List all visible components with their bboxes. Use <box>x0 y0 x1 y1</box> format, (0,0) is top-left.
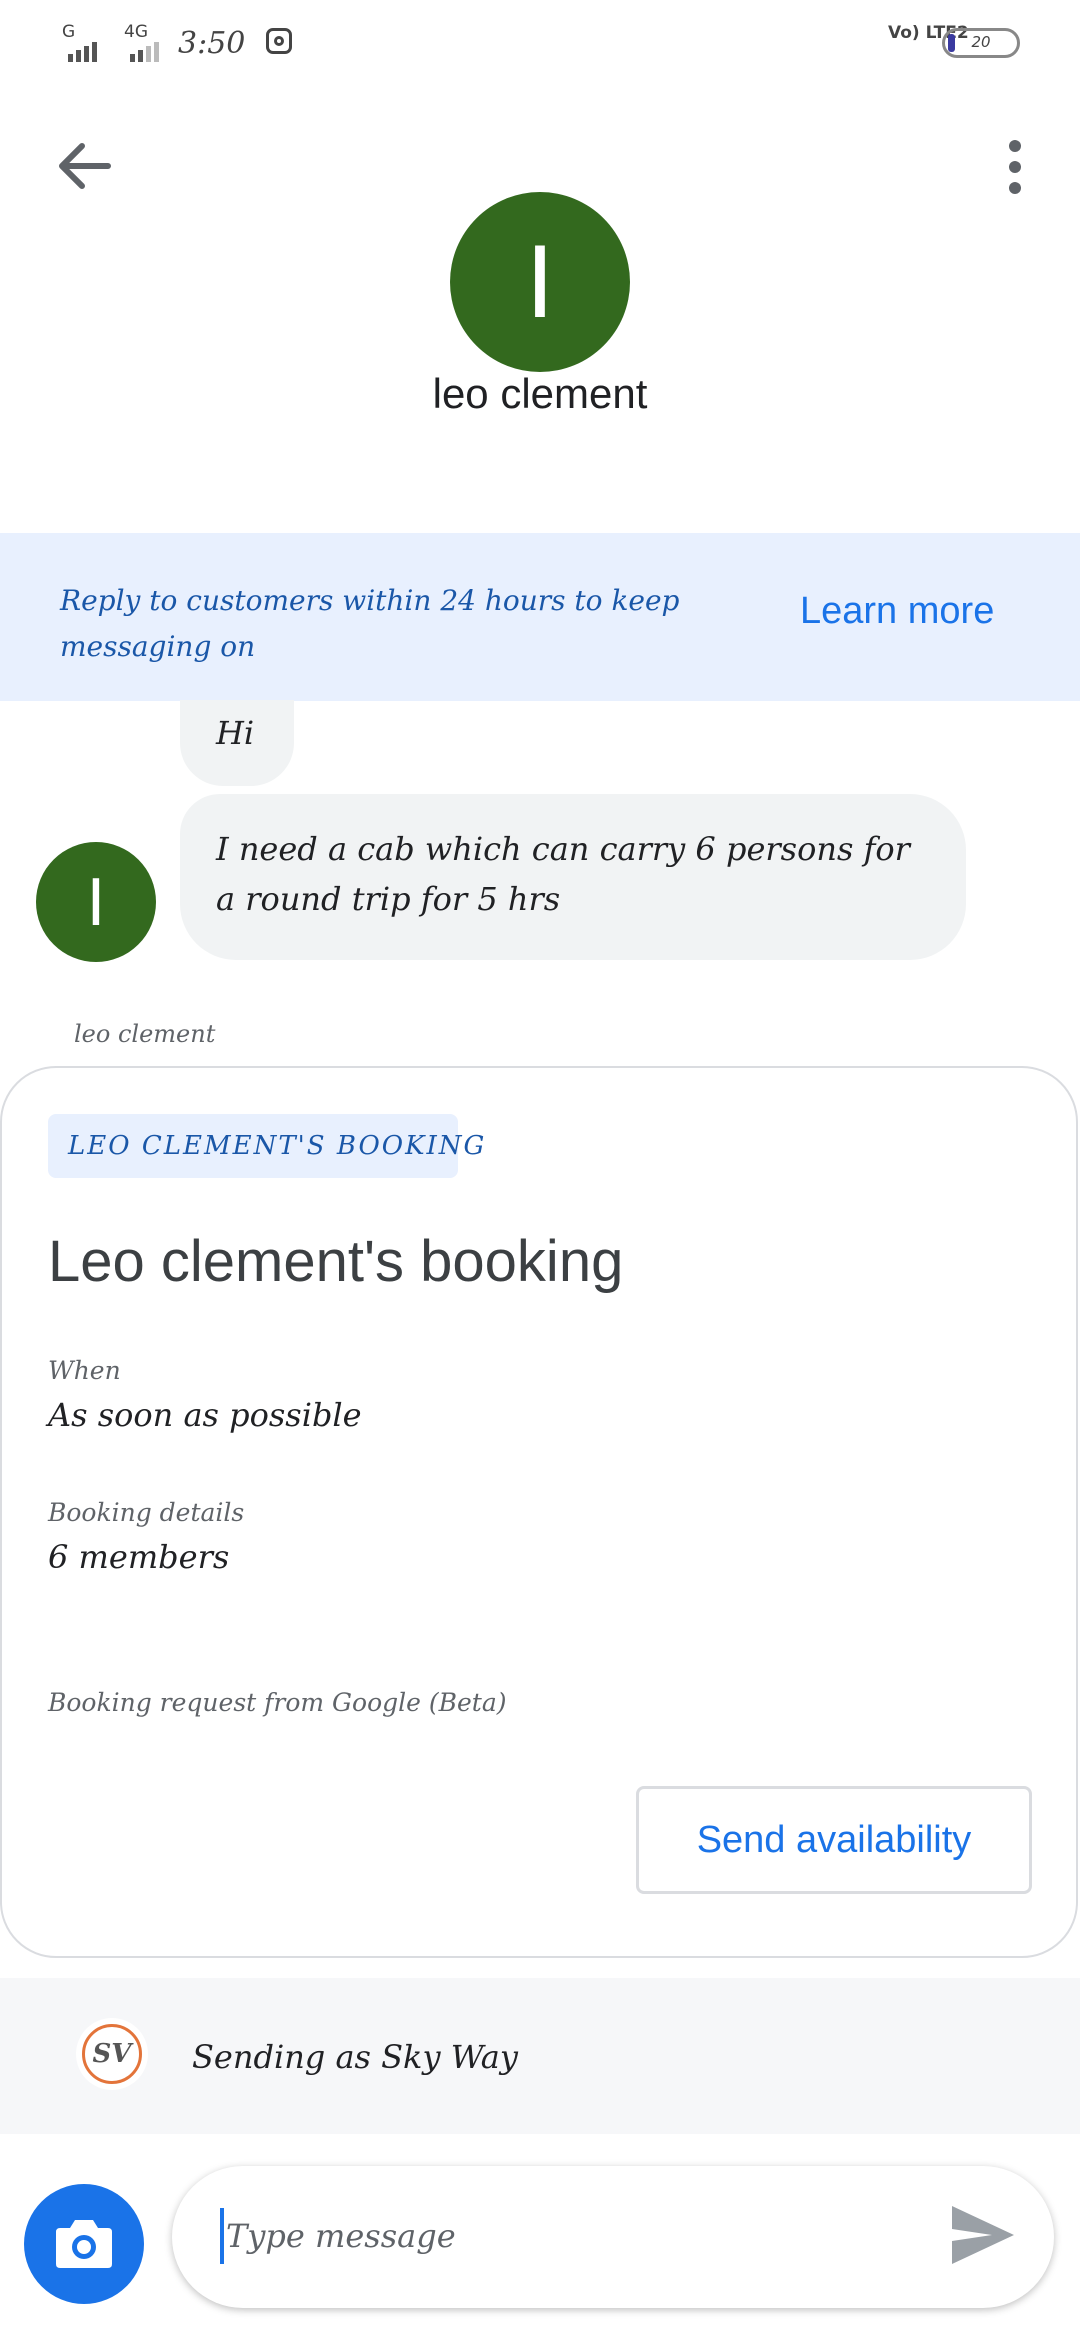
battery-percent: 20 <box>971 33 991 51</box>
booking-details-value: 6 members <box>48 1538 230 1576</box>
instagram-icon <box>266 28 292 54</box>
booking-title: Leo clement's booking <box>48 1229 624 1294</box>
signal-bars-icon <box>130 42 159 62</box>
camera-button[interactable] <box>24 2184 144 2304</box>
contact-avatar[interactable]: I <box>450 192 630 372</box>
signal-bars-icon <box>68 42 97 62</box>
arrow-left-icon[interactable] <box>50 136 120 196</box>
booking-chip: LEO CLEMENT'S BOOKING <box>48 1114 484 1178</box>
sending-as-text: Sending as Sky Way <box>192 2038 518 2076</box>
when-value: As soon as possible <box>48 1396 362 1434</box>
contact-name: leo clement <box>432 370 648 417</box>
business-logo: SV <box>76 2018 148 2090</box>
message-bubble[interactable]: Hi <box>180 700 294 786</box>
more-vert-icon[interactable] <box>1000 140 1030 200</box>
send-icon[interactable] <box>948 2200 1018 2270</box>
network-type-2: 4G <box>124 22 148 42</box>
sender-name: leo clement <box>74 1020 216 1048</box>
sending-as-bar[interactable] <box>0 1978 1080 2134</box>
message-bubble[interactable]: I need a cab which can carry 6 persons f… <box>180 794 966 960</box>
business-logo-text: SV <box>82 2024 142 2084</box>
send-availability-button[interactable]: Send availability <box>636 1786 1032 1894</box>
status-bar: G 4G 3:50 Vo) LTE2 20 <box>0 0 1080 90</box>
status-time: 3:50 <box>178 26 246 61</box>
message-input[interactable] <box>220 2208 900 2264</box>
booking-details-label: Booking details <box>48 1498 245 1527</box>
message-field[interactable] <box>172 2166 1054 2308</box>
network-type-1: G <box>62 22 76 42</box>
booking-request-note: Booking request from Google (Beta) <box>48 1688 507 1717</box>
learn-more-link[interactable]: Learn more <box>800 590 994 633</box>
battery-icon: 20 <box>942 28 1020 58</box>
camera-icon <box>56 2220 112 2268</box>
banner-text: Reply to customers within 24 hours to ke… <box>60 584 680 663</box>
sender-avatar: I <box>36 842 156 962</box>
when-label: When <box>48 1356 121 1385</box>
